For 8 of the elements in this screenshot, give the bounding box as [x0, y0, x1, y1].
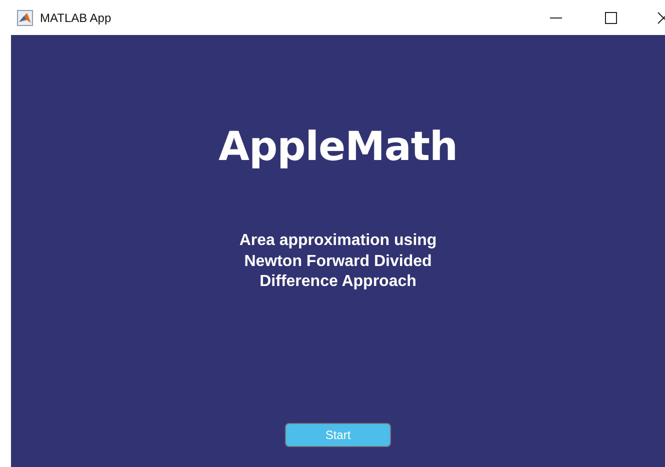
description-text: Area approximation using Newton Forward Divided Difference Approach	[238, 231, 438, 292]
maximize-icon[interactable]	[605, 12, 617, 24]
start-button[interactable]: Start	[285, 423, 391, 447]
app-title: AppleMath	[218, 123, 458, 171]
app-logo-icon	[17, 10, 33, 26]
window-title: MATLAB App	[40, 10, 112, 24]
close-icon[interactable]	[657, 12, 665, 24]
minimize-icon[interactable]	[550, 16, 562, 18]
